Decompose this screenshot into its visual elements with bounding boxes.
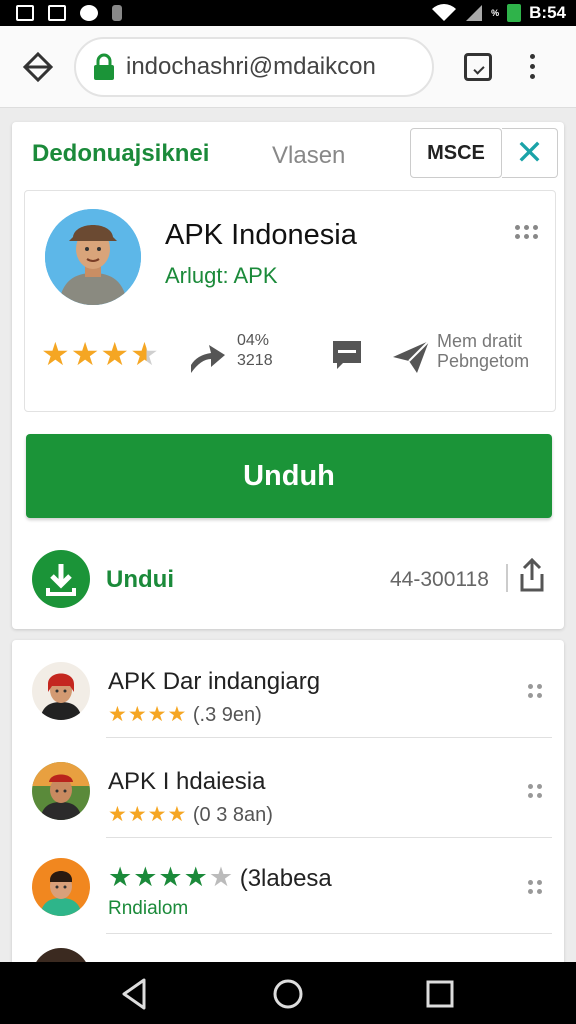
browser-home-button[interactable] xyxy=(18,47,58,87)
tab-details[interactable]: Dedonuajsiknei xyxy=(32,140,209,168)
send-icon[interactable] xyxy=(391,337,431,377)
item-subtitle: Rndialom xyxy=(108,898,189,919)
image-notification-icon xyxy=(16,5,34,21)
close-icon: ✕ xyxy=(515,134,544,172)
app-info-panel: APK Indonesia Arlugt: APK ★★★★ 04% 3218 xyxy=(24,190,556,412)
item-rating: ★★★★★ (3labesa xyxy=(108,862,332,892)
browser-toolbar: indochashri@mdaikcon xyxy=(0,26,576,108)
stat-value: 04% 3218 xyxy=(237,332,273,369)
list-item[interactable]: ★★★★★ (3labesa Rndialom xyxy=(12,836,564,934)
item-rating: ★★★★ (0 3 8an) xyxy=(108,803,273,826)
avatar xyxy=(32,858,90,916)
home-icon[interactable] xyxy=(268,974,308,1014)
msce-button[interactable]: MSCE xyxy=(410,128,502,178)
tab-versions[interactable]: Vlasen xyxy=(272,142,345,170)
app-stats-row: ★★★★ 04% 3218 Mem dratit Pebngetom xyxy=(41,331,541,381)
divider xyxy=(506,564,508,592)
app-notification-icon xyxy=(48,5,66,21)
clock: B:54 xyxy=(529,3,566,22)
item-rating: ★★★★ (.3 9en) xyxy=(108,703,262,726)
divider xyxy=(106,737,552,738)
signal-label: % xyxy=(491,8,500,18)
app-detail-card: Dedonuajsiknei Vlasen MSCE ✕ APK Indones… xyxy=(12,122,564,629)
address-bar[interactable]: indochashri@mdaikcon xyxy=(74,36,434,97)
related-apps-list: APK Dar indangiarg ★★★★ (.3 9en) APK I h… xyxy=(12,640,564,970)
item-drag-icon[interactable] xyxy=(528,784,542,798)
app-title: APK Indonesia xyxy=(165,219,357,251)
battery-icon xyxy=(507,4,522,22)
status-bar: % B:54 xyxy=(0,0,576,26)
item-drag-icon[interactable] xyxy=(528,880,542,894)
download-count: 44-300118 xyxy=(390,568,489,591)
recents-icon[interactable] xyxy=(420,974,460,1014)
share-icon[interactable] xyxy=(518,558,546,592)
list-item[interactable]: APK Dar indangiarg ★★★★ (.3 9en) xyxy=(12,640,564,738)
tabs-icon[interactable] xyxy=(464,52,492,81)
cell-signal-icon xyxy=(466,5,483,21)
back-icon[interactable] xyxy=(114,974,154,1014)
item-title: APK Dar indangiarg xyxy=(108,668,321,695)
download-label[interactable]: Undui xyxy=(106,566,174,594)
download-icon xyxy=(46,564,76,596)
avatar xyxy=(32,762,90,820)
app-avatar xyxy=(45,209,141,305)
download-circle-button[interactable] xyxy=(32,550,90,608)
stat-label: Mem dratit Pebngetom xyxy=(437,331,530,371)
download-button[interactable]: Unduh xyxy=(26,434,552,518)
game-notification-icon xyxy=(80,5,98,21)
system-nav-bar xyxy=(0,962,576,1024)
diamond-nav-icon xyxy=(22,51,54,82)
more-options-icon[interactable] xyxy=(515,225,538,239)
card-footer: Undui 44-300118 xyxy=(12,542,564,622)
chat-icon[interactable] xyxy=(331,339,363,371)
rating-stars: ★★★★ xyxy=(41,336,160,372)
item-title: APK I hdaiesia xyxy=(108,768,266,795)
card-header: Dedonuajsiknei Vlasen MSCE ✕ xyxy=(12,122,564,186)
app-developer[interactable]: Arlugt: APK xyxy=(165,263,278,289)
lock-notification-icon xyxy=(112,5,122,21)
avatar xyxy=(32,662,90,720)
url-text: indochashri@mdaikcon xyxy=(126,52,376,80)
lock-icon xyxy=(94,53,114,80)
trending-arrow-icon xyxy=(191,345,225,373)
browser-menu-button[interactable] xyxy=(530,54,535,79)
close-button[interactable]: ✕ xyxy=(502,128,558,178)
list-item[interactable]: APK I hdaiesia ★★★★ (0 3 8an) xyxy=(12,740,564,838)
wifi-icon xyxy=(432,4,457,22)
item-drag-icon[interactable] xyxy=(528,684,542,698)
